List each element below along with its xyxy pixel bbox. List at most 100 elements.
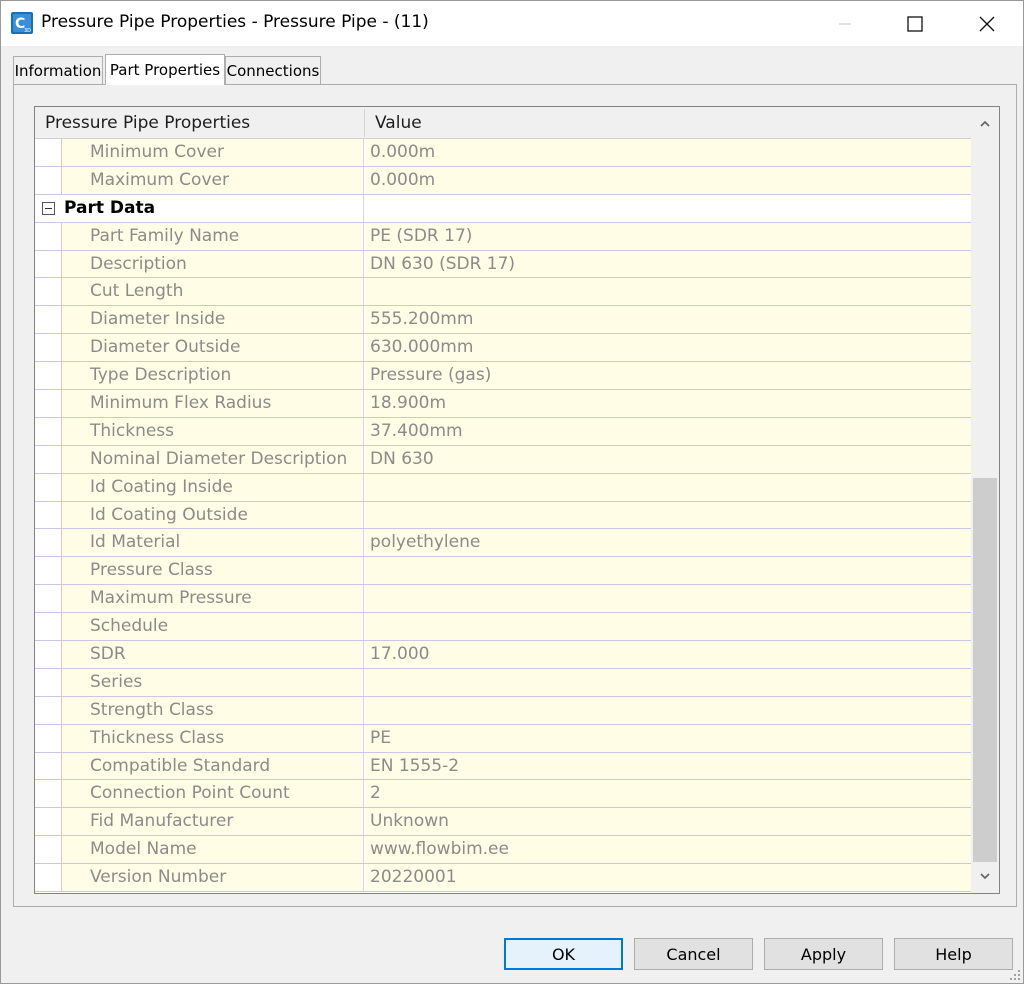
- property-row[interactable]: Strength Class: [35, 696, 971, 725]
- property-row[interactable]: Connection Point Count 2: [35, 780, 971, 809]
- apply-button[interactable]: Apply: [764, 938, 883, 970]
- property-value[interactable]: EN 1555-2: [365, 752, 971, 780]
- property-value[interactable]: [365, 501, 971, 529]
- row-gutter: [35, 613, 61, 641]
- grid-header: Pressure Pipe Properties Value: [35, 107, 971, 139]
- tab-connections[interactable]: Connections: [225, 56, 321, 84]
- property-row[interactable]: Minimum Cover 0.000m: [35, 139, 971, 167]
- column-divider[interactable]: [364, 109, 365, 137]
- property-name: Strength Class: [61, 696, 364, 724]
- tab-part-properties[interactable]: Part Properties: [105, 54, 225, 85]
- property-row[interactable]: Part Family Name PE (SDR 17): [35, 222, 971, 251]
- row-gutter: [35, 166, 61, 194]
- property-value[interactable]: 37.400mm: [365, 417, 971, 445]
- property-row[interactable]: Diameter Outside 630.000mm: [35, 334, 971, 363]
- minimize-button[interactable]: [815, 1, 875, 46]
- property-row[interactable]: Id Coating Outside: [35, 501, 971, 530]
- cancel-button[interactable]: Cancel: [634, 938, 753, 970]
- property-value[interactable]: [365, 668, 971, 696]
- help-button[interactable]: Help: [894, 938, 1013, 970]
- property-value[interactable]: polyethylene: [365, 529, 971, 557]
- property-row[interactable]: Id Material polyethylene: [35, 529, 971, 558]
- window-title: Pressure Pipe Properties - Pressure Pipe…: [41, 12, 429, 32]
- chevron-up-icon: [980, 120, 990, 127]
- property-value[interactable]: [365, 473, 971, 501]
- row-gutter: [35, 250, 61, 278]
- property-name: Series: [61, 668, 364, 696]
- row-gutter: [35, 641, 61, 668]
- property-name: Maximum Cover: [61, 166, 364, 194]
- tab-information[interactable]: Information: [13, 56, 103, 84]
- row-gutter: [35, 668, 61, 696]
- property-row[interactable]: Version Number 20220001: [35, 864, 971, 893]
- property-row[interactable]: Maximum Cover 0.000m: [35, 166, 971, 195]
- row-gutter: [35, 334, 61, 362]
- property-value[interactable]: PE: [365, 724, 971, 752]
- property-value[interactable]: [365, 557, 971, 585]
- property-row[interactable]: Compatible Standard EN 1555-2: [35, 752, 971, 781]
- property-name: Id Coating Inside: [61, 473, 364, 501]
- property-row[interactable]: SDR 17.000: [35, 641, 971, 669]
- property-value[interactable]: DN 630 (SDR 17): [365, 250, 971, 278]
- property-row[interactable]: Fid Manufacturer Unknown: [35, 808, 971, 837]
- property-value[interactable]: [365, 278, 971, 306]
- row-gutter: [35, 557, 61, 585]
- property-value[interactable]: [365, 585, 971, 613]
- property-value[interactable]: 0.000m: [365, 166, 971, 194]
- property-value[interactable]: Unknown: [365, 808, 971, 836]
- maximize-button[interactable]: [885, 1, 945, 46]
- property-value[interactable]: PE (SDR 17): [365, 222, 971, 250]
- column-header-value[interactable]: Value: [375, 113, 422, 133]
- property-value[interactable]: 18.900m: [365, 390, 971, 417]
- property-row[interactable]: Thickness 37.400mm: [35, 417, 971, 446]
- vertical-scrollbar[interactable]: [971, 107, 999, 893]
- property-row[interactable]: Minimum Flex Radius 18.900m: [35, 390, 971, 418]
- ok-button[interactable]: OK: [504, 938, 623, 970]
- category-row[interactable]: Part Data: [35, 194, 971, 223]
- property-row[interactable]: Id Coating Inside: [35, 473, 971, 502]
- property-value[interactable]: 20220001: [365, 864, 971, 892]
- collapse-icon[interactable]: [42, 201, 55, 215]
- row-gutter: [35, 724, 61, 752]
- property-value[interactable]: 0.000m: [365, 139, 971, 166]
- property-value[interactable]: 630.000mm: [365, 334, 971, 362]
- chevron-down-icon: [980, 873, 990, 880]
- property-row[interactable]: Type Description Pressure (gas): [35, 362, 971, 391]
- property-value[interactable]: 555.200mm: [365, 306, 971, 334]
- property-row[interactable]: Maximum Pressure: [35, 585, 971, 614]
- property-row[interactable]: Nominal Diameter Description DN 630: [35, 445, 971, 474]
- row-gutter: [35, 585, 61, 613]
- title-bar[interactable]: C 3D Pressure Pipe Properties - Pressure…: [1, 1, 1023, 46]
- scroll-thumb[interactable]: [973, 478, 997, 862]
- property-value[interactable]: DN 630: [365, 445, 971, 473]
- row-gutter: [35, 194, 61, 222]
- property-name: Model Name: [61, 836, 364, 864]
- row-gutter: [35, 836, 61, 864]
- property-value[interactable]: 17.000: [365, 641, 971, 668]
- property-row[interactable]: Thickness Class PE: [35, 724, 971, 753]
- property-row[interactable]: Model Name www.flowbim.ee: [35, 836, 971, 865]
- property-name: SDR: [61, 641, 364, 668]
- property-value[interactable]: 2: [365, 780, 971, 808]
- property-name: Minimum Cover: [61, 139, 364, 166]
- row-gutter: [35, 445, 61, 473]
- property-row[interactable]: Series: [35, 668, 971, 697]
- scroll-down-button[interactable]: [971, 862, 999, 890]
- property-value: [365, 194, 971, 222]
- property-row[interactable]: Description DN 630 (SDR 17): [35, 250, 971, 279]
- resize-grip-icon[interactable]: [1007, 967, 1021, 981]
- property-row[interactable]: Diameter Inside 555.200mm: [35, 306, 971, 335]
- property-row[interactable]: Pressure Class: [35, 557, 971, 586]
- property-name: Maximum Pressure: [61, 585, 364, 613]
- property-value[interactable]: [365, 613, 971, 641]
- property-value[interactable]: Pressure (gas): [365, 362, 971, 390]
- scroll-up-button[interactable]: [971, 110, 999, 138]
- row-gutter: [35, 139, 61, 166]
- property-value[interactable]: www.flowbim.ee: [365, 836, 971, 864]
- property-value[interactable]: [365, 696, 971, 724]
- column-header-property[interactable]: Pressure Pipe Properties: [45, 113, 250, 133]
- svg-text:3D: 3D: [24, 28, 31, 34]
- property-row[interactable]: Schedule: [35, 613, 971, 642]
- close-button[interactable]: [957, 1, 1017, 46]
- property-row[interactable]: Cut Length: [35, 278, 971, 307]
